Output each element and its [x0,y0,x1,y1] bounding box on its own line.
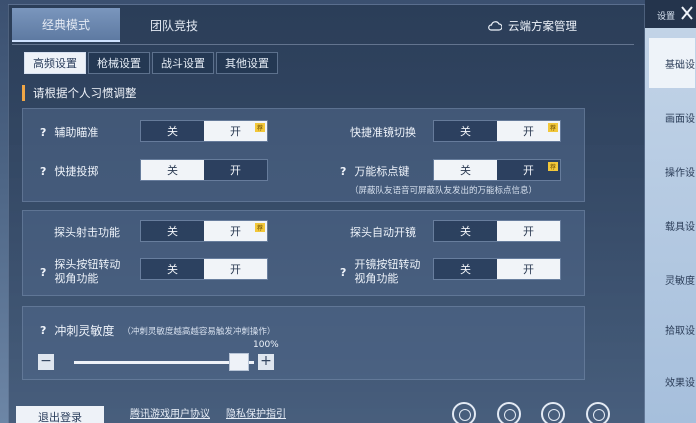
peek-auto-scope-on[interactable]: 开 [497,221,560,241]
quick-throw-on[interactable]: 开 [204,160,267,180]
aim-assist-toggle[interactable]: 关 开 荐 [140,120,268,142]
user-agreement-link[interactable]: 腾讯游戏用户协议 [130,405,210,420]
help-icon[interactable]: ? [40,126,46,139]
service-icon[interactable] [541,402,565,423]
scope-button-rotate-on[interactable]: 开 [497,259,560,279]
quick-throw-row: ? 快捷投掷 [40,163,98,179]
aim-assist-off[interactable]: 关 [141,121,204,141]
universal-marker-off[interactable]: 关 [434,160,497,180]
help-icon[interactable]: ? [340,266,346,279]
quick-scope-label: 快捷准镜切换 [350,126,416,139]
peek-auto-scope-label: 探头自动开镜 [350,226,416,239]
cloud-scheme-label: 云端方案管理 [508,19,577,33]
peek-fire-off[interactable]: 关 [141,221,204,241]
side-menu-title: 设置 [657,12,676,22]
scope-button-rotate-line2: 视角功能 [354,272,399,285]
slider-plus-button[interactable]: + [258,354,274,370]
help-icon[interactable]: ? [340,165,346,178]
scope-button-rotate-toggle[interactable]: 关 开 [433,258,561,280]
peek-button-rotate-on[interactable]: 开 [204,259,267,279]
quick-throw-off[interactable]: 关 [141,160,204,180]
slider-minus-button[interactable]: − [38,354,54,370]
recommend-badge: 荐 [255,123,265,132]
universal-marker-note: （屏蔽队友语音可屏蔽队友发出的万能标点信息） [350,186,538,196]
quick-scope-row: 快捷准镜切换 [350,124,416,140]
peek-button-rotate-row: ? 探头按钮转动 视角功能 [40,258,120,286]
tab-high-frequency[interactable]: 高频设置 [24,52,86,74]
feedback-icon[interactable] [497,402,521,423]
tab-weapon[interactable]: 枪械设置 [88,52,150,74]
peek-fire-label: 探头射击功能 [54,226,120,239]
side-item-sensitivity[interactable]: 灵敏度 [649,254,695,304]
side-item-pickup[interactable]: 拾取设 [649,304,695,354]
help-icon[interactable]: ? [40,324,46,337]
tab-other[interactable]: 其他设置 [216,52,278,74]
quick-scope-toggle[interactable]: 关 开 荐 [433,120,561,142]
universal-marker-toggle[interactable]: 关 开 荐 [433,159,561,181]
side-item-graphics[interactable]: 画面设 [649,92,695,142]
mode-tabs: 经典模式 团队竞技 [12,8,228,44]
peek-auto-scope-toggle[interactable]: 关 开 [433,220,561,242]
divider [12,44,634,45]
quick-scope-off[interactable]: 关 [434,121,497,141]
sprint-sensitivity-row: ? 冲刺灵敏度 （冲刺灵敏度越高越容易触发冲刺操作） [40,322,275,339]
tab-classic-mode[interactable]: 经典模式 [12,8,120,42]
quick-throw-toggle[interactable]: 关 开 [140,159,268,181]
universal-marker-label: 万能标点键 [354,165,410,178]
peek-fire-toggle[interactable]: 关 开 荐 [140,220,268,242]
privacy-link[interactable]: 隐私保护指引 [226,405,286,420]
peek-auto-scope-off[interactable]: 关 [434,221,497,241]
peek-button-rotate-toggle[interactable]: 关 开 [140,258,268,280]
help-icon[interactable]: ? [40,165,46,178]
hint-text: 请根据个人习惯调整 [22,85,137,101]
scope-button-rotate-label: 开镜按钮转动 视角功能 [354,258,420,286]
universal-marker-row: ? 万能标点键 [340,163,409,179]
peek-button-rotate-line1: 探头按钮转动 [54,258,121,271]
close-icon[interactable] [680,4,694,22]
scope-button-rotate-row: ? 开镜按钮转动 视角功能 [340,258,420,286]
side-item-effects[interactable]: 效果设 [649,356,695,406]
cloud-scheme-button[interactable]: 云端方案管理 [488,18,577,34]
sub-tabs: 高频设置 枪械设置 战斗设置 其他设置 [24,52,278,74]
sprint-sensitivity-label: 冲刺灵敏度 [54,324,115,338]
peek-button-rotate-label: 探头按钮转动 视角功能 [54,258,120,286]
cloud-icon [488,21,502,31]
tab-combat[interactable]: 战斗设置 [152,52,214,74]
quick-throw-label: 快捷投掷 [54,165,99,178]
scope-button-rotate-off[interactable]: 关 [434,259,497,279]
peek-auto-scope-row: 探头自动开镜 [350,224,416,240]
side-item-basic[interactable]: 基础设 [649,38,695,88]
side-item-controls[interactable]: 操作设 [649,146,695,196]
side-item-vehicle[interactable]: 载具设 [649,200,695,250]
peek-button-rotate-line2: 视角功能 [54,272,99,285]
scope-button-rotate-line1: 开镜按钮转动 [354,258,421,271]
recommend-badge: 荐 [548,162,558,171]
sprint-sensitivity-value: 100% [253,340,279,350]
recommend-badge: 荐 [255,223,265,232]
aim-assist-row: ? 辅助瞄准 [40,124,98,140]
settings-group-3 [22,306,585,380]
peek-fire-row: 探头射击功能 [54,224,120,240]
support-icon[interactable] [452,402,476,423]
logout-button[interactable]: 退出登录 [16,406,104,423]
aim-assist-label: 辅助瞄准 [54,126,99,139]
tab-team-deathmatch[interactable]: 团队竞技 [120,8,228,42]
peek-button-rotate-off[interactable]: 关 [141,259,204,279]
sprint-slider-thumb[interactable] [229,353,249,371]
help-icon[interactable]: ? [40,266,46,279]
recommend-badge: 荐 [548,123,558,132]
sprint-sensitivity-note: （冲刺灵敏度越高越容易触发冲刺操作） [122,326,276,337]
community-icon[interactable] [586,402,610,423]
sprint-slider-track[interactable] [74,361,254,364]
